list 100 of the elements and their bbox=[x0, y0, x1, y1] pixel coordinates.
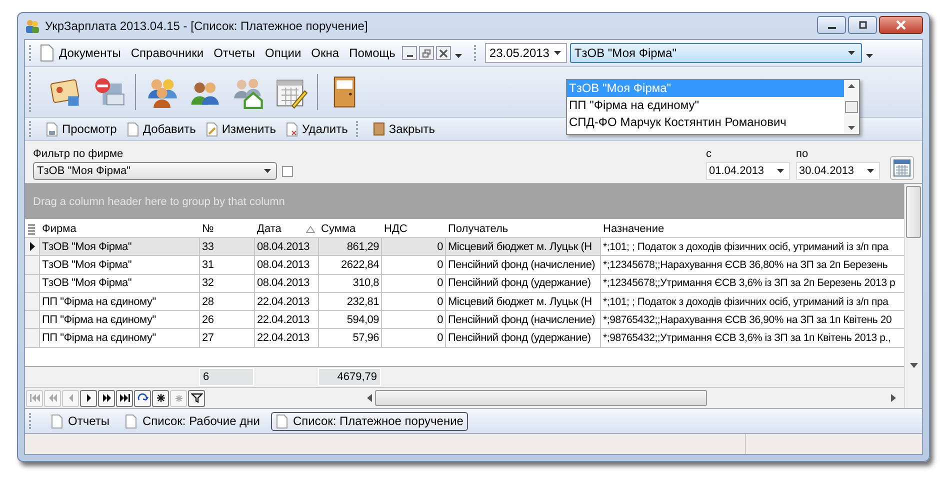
to-date-field[interactable]: 30.04.2013 bbox=[796, 162, 880, 180]
calendar-icon bbox=[893, 159, 911, 177]
table-row[interactable]: ТзОВ "Моя Фірма" 33 08.04.2013 861,29 0 Місцевий бюджет м. Луцьк (Н *;101; ; Податок з доходів фізичних осіб, утриманий із з/п пра bbox=[25, 238, 904, 256]
calendar-button[interactable] bbox=[890, 156, 914, 180]
toolbar-button[interactable]: Просмотр bbox=[42, 119, 121, 139]
restore-icon bbox=[422, 48, 432, 58]
minimize-icon bbox=[406, 54, 413, 56]
maximize-button[interactable] bbox=[848, 16, 877, 34]
caret-icon bbox=[777, 169, 784, 173]
window-tab[interactable]: Список: Рабочие дни bbox=[120, 412, 265, 430]
menu-item[interactable]: Помощь bbox=[344, 46, 400, 60]
toolbar-button[interactable]: Закрыть bbox=[368, 119, 440, 139]
close-button[interactable] bbox=[436, 46, 452, 60]
firm-filter-select[interactable]: ТзОВ "Моя Фірма" bbox=[33, 162, 277, 180]
toolbar-button[interactable]: Удалить bbox=[282, 119, 352, 139]
from-date-field[interactable]: 01.04.2013 bbox=[706, 162, 790, 180]
menu-item[interactable]: Опции bbox=[260, 46, 306, 60]
table-cell: 2622,84 bbox=[319, 256, 382, 274]
table-cell: ПП "Фірма на єдиному" bbox=[40, 311, 200, 328]
delete-icon bbox=[172, 393, 184, 403]
table-cell: 57,96 bbox=[319, 329, 382, 347]
column-header[interactable]: № bbox=[199, 221, 254, 237]
document-icon bbox=[276, 414, 288, 428]
overflow-caret-icon[interactable] bbox=[455, 54, 462, 58]
column-header[interactable]: Дата bbox=[254, 221, 318, 237]
date-field[interactable]: 23.05.2013 bbox=[485, 43, 568, 63]
caret-icon bbox=[848, 51, 856, 55]
table-cell: 08.04.2013 bbox=[255, 274, 319, 292]
menu-item[interactable]: Документы bbox=[54, 46, 126, 60]
filter-icon bbox=[190, 393, 202, 403]
toolbar-button[interactable]: Изменить bbox=[202, 119, 280, 139]
dropdown-option[interactable]: СПД-ФО Марчук Костянтин Романович bbox=[567, 114, 844, 131]
column-header[interactable]: Назначение bbox=[600, 221, 904, 237]
navigator-button[interactable] bbox=[98, 390, 115, 406]
last-icon bbox=[118, 393, 130, 403]
menu-item[interactable]: Окна bbox=[306, 46, 344, 60]
filter-label: Фильтр по фирме bbox=[33, 148, 124, 160]
table-cell: 33 bbox=[200, 238, 255, 256]
window-tab[interactable]: Отчеты bbox=[46, 412, 114, 430]
column-header[interactable]: НДС bbox=[381, 221, 445, 237]
navigator-button[interactable] bbox=[152, 390, 169, 406]
table-cell: 0 bbox=[382, 329, 446, 347]
scroll-thumb[interactable] bbox=[375, 390, 707, 406]
column-header[interactable]: Получатель bbox=[445, 221, 600, 237]
first-icon bbox=[28, 393, 40, 403]
scroll-up-icon bbox=[848, 84, 855, 88]
dropdown-scrollbar[interactable] bbox=[844, 80, 859, 134]
table-cell: ТзОВ "Моя Фірма" bbox=[40, 256, 200, 274]
restore-button[interactable] bbox=[419, 46, 434, 60]
minimize-button[interactable] bbox=[402, 46, 418, 60]
vertical-scrollbar[interactable] bbox=[904, 184, 922, 408]
menu-item[interactable]: Справочники bbox=[126, 46, 209, 60]
row-count: 6 bbox=[199, 368, 254, 386]
table-row[interactable]: ТзОВ "Моя Фірма" 31 08.04.2013 2622,84 0 Пенсійний фонд (начисление) *;12345678;;Нарахування ЄСВ 36,80% на ЗП за 2п Березень bbox=[25, 256, 904, 275]
table-cell: 0 bbox=[382, 311, 446, 328]
toolbar-button[interactable]: Добавить bbox=[122, 119, 200, 139]
navigator-button[interactable] bbox=[116, 390, 133, 406]
table-row[interactable]: ПП "Фірма на єдиному" 26 22.04.2013 594,09 0 Пенсійний фонд (начисление) *;98765432;;Нарахування ЄСВ 36,90% на ЗП за 1п Квітень 20 bbox=[25, 311, 904, 330]
column-header[interactable]: Сумма bbox=[318, 221, 381, 237]
overflow-caret-icon[interactable] bbox=[866, 54, 874, 58]
table-cell: 232,81 bbox=[319, 292, 382, 310]
table-cell: 08.04.2013 bbox=[255, 256, 319, 274]
dropdown-option[interactable]: ПП "Фірма на єдиному" bbox=[567, 97, 844, 114]
navigator-button[interactable] bbox=[134, 390, 151, 406]
table-cell: 22.04.2013 bbox=[255, 292, 319, 310]
document-preview-icon bbox=[46, 122, 58, 136]
column-header[interactable]: Фирма bbox=[39, 221, 199, 237]
current-row-icon bbox=[30, 242, 34, 252]
group-panel: Drag a column header here to group by that column bbox=[25, 184, 904, 219]
menu-item[interactable]: Отчеты bbox=[208, 46, 260, 60]
table-cell: ПП "Фірма на єдиному" bbox=[40, 329, 200, 347]
document-pencil-icon bbox=[206, 122, 218, 136]
door-icon bbox=[372, 122, 385, 136]
scroll-down-icon bbox=[910, 363, 918, 368]
window-title: УкрЗарплата 2013.04.15 - [Список: Платежное поручение] bbox=[45, 19, 368, 33]
navigator-button[interactable] bbox=[188, 390, 205, 406]
document-icon bbox=[51, 414, 63, 428]
close-button[interactable] bbox=[879, 16, 923, 34]
filter-checkbox[interactable] bbox=[282, 166, 293, 176]
table-cell: 0 bbox=[382, 274, 446, 292]
table-cell: 08.04.2013 bbox=[255, 238, 319, 256]
sort-arrow-icon bbox=[306, 226, 315, 232]
table-cell: 28 bbox=[200, 292, 255, 310]
table-cell: 22.04.2013 bbox=[255, 329, 319, 347]
navigator-button[interactable] bbox=[80, 390, 97, 406]
scroll-thumb[interactable] bbox=[845, 101, 858, 113]
scroll-thumb[interactable] bbox=[906, 186, 921, 238]
table-row[interactable]: ТзОВ "Моя Фірма" 32 08.04.2013 310,8 0 Пенсійний фонд (удержание) *;12345678;;Утримання ЄСВ 3,6% із ЗП за 2п Березень 2013 р bbox=[25, 274, 904, 293]
table-cell: 27 bbox=[200, 329, 255, 347]
minimize-button[interactable] bbox=[817, 16, 846, 34]
document-icon bbox=[126, 122, 139, 136]
row-selector[interactable] bbox=[25, 238, 40, 256]
table-cell: 31 bbox=[200, 256, 255, 274]
close-icon bbox=[895, 20, 907, 30]
table-row[interactable]: ПП "Фірма на єдиному" 27 22.04.2013 57,96 0 Пенсійний фонд (удержание) *;98765432;;Утримання ЄСВ 3,6% із ЗП за 1п Квітень 2013 р., bbox=[25, 329, 904, 348]
table-cell: ТзОВ "Моя Фірма" bbox=[40, 238, 200, 256]
table-row[interactable]: ПП "Фірма на єдиному" 28 22.04.2013 232,81 0 Місцевий бюджет м. Луцьк (Н *;101; ; Податок з доходів фізичних осіб, утриманий із з/п пра bbox=[25, 292, 904, 312]
table-cell: 861,29 bbox=[319, 238, 382, 256]
window-tab[interactable]: Список: Платежное поручение bbox=[270, 412, 468, 430]
firm-select[interactable]: ТзОВ "Моя Фірма" bbox=[570, 43, 862, 63]
